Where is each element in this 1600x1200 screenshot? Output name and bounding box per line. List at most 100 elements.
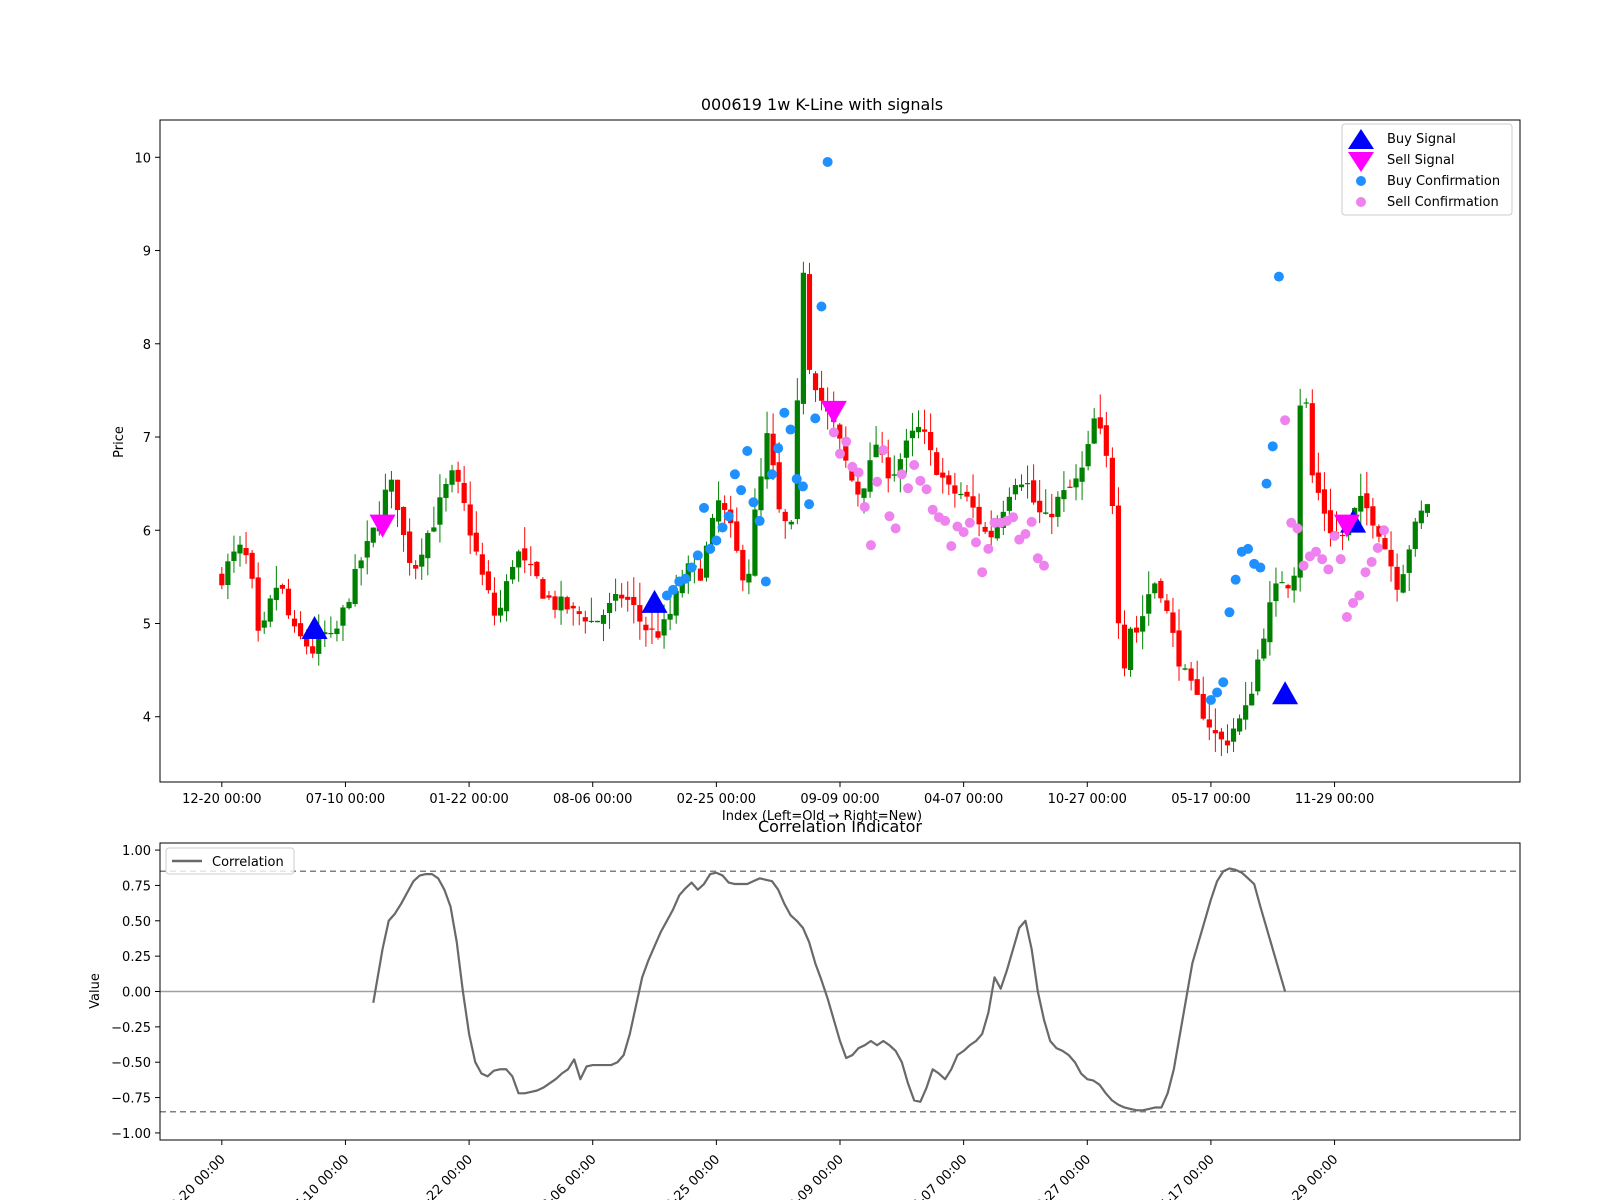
candle-body [291, 618, 298, 627]
candle-body [1206, 719, 1212, 728]
candle-body [946, 475, 952, 485]
candle-body [304, 637, 310, 647]
candle-body [613, 594, 619, 601]
buy-confirmation-point [705, 543, 716, 554]
buy-confirmation-point [711, 535, 722, 546]
candle-body [776, 462, 782, 510]
candle-body [655, 631, 661, 638]
candle-body [661, 619, 667, 636]
candle-body [855, 481, 861, 495]
candle-body [346, 601, 352, 609]
candle-body [1364, 493, 1370, 509]
candle-body [225, 561, 231, 586]
candle-body [425, 532, 431, 559]
kline-x-tick-label: 09-09 00:00 [800, 792, 879, 807]
sell-confirmation-point [1360, 567, 1371, 578]
candle-body [934, 452, 940, 475]
candle-body [352, 568, 358, 605]
candle-body [1370, 506, 1376, 526]
candle-body [1012, 485, 1019, 495]
correlation-y-tick-label: 0.00 [122, 986, 151, 1001]
kline-x-tick-label: 11-29 00:00 [1295, 792, 1374, 807]
candle-body [364, 541, 370, 558]
candle-body [588, 620, 594, 623]
candle-body [1255, 659, 1261, 692]
candle-body [1249, 693, 1255, 706]
correlation-title: Correlation Indicator [758, 817, 922, 836]
sell-confirmation-point [1323, 564, 1334, 575]
sell-confirmation-point [946, 541, 957, 552]
buy-confirmation-point [1212, 687, 1223, 698]
candle-body [564, 597, 570, 610]
candle-body [358, 560, 364, 569]
candle-body [1079, 467, 1085, 482]
candle-body [746, 573, 752, 583]
candle-body [1297, 405, 1303, 578]
candle-body [1200, 694, 1206, 719]
candle-body [1406, 549, 1412, 573]
kline-legend: Buy Signal Sell Signal Buy Confirmation … [1341, 123, 1513, 216]
buy-confirmation-point [723, 511, 734, 522]
buy-confirmation-point [816, 301, 827, 312]
kline-x-tick-label: 02-25 00:00 [677, 792, 756, 807]
candle-body [1097, 417, 1103, 429]
candle-body [1115, 505, 1122, 624]
candle-body [794, 400, 800, 520]
kline-y-tick-label: 9 [143, 245, 151, 260]
candle-body [1412, 521, 1418, 549]
candle-body [546, 595, 552, 598]
candle-body [552, 596, 558, 610]
candle-body [1382, 538, 1388, 550]
candle-body [310, 646, 316, 654]
candle-body [1285, 585, 1291, 589]
candle-body [400, 506, 407, 535]
candle-body [522, 548, 528, 561]
sell-confirmation-point [1329, 530, 1340, 541]
correlation-y-tick-label: −0.75 [111, 1092, 151, 1107]
candle-body [1049, 513, 1055, 518]
candle-body [285, 588, 292, 616]
candle-body [891, 474, 897, 476]
candle-body [1230, 728, 1237, 742]
sell-confirmation-point [1008, 512, 1019, 523]
candle-body [952, 485, 958, 494]
candle-body [243, 547, 249, 556]
candle-body [921, 429, 928, 432]
kline-y-axis-label: Price [112, 426, 127, 458]
correlation-y-tick-label: −0.50 [111, 1056, 151, 1071]
candle-body [413, 565, 419, 569]
candle-body [394, 479, 401, 511]
candle-body [1164, 600, 1170, 612]
sell-confirmation-point [884, 511, 895, 522]
candle-body [1006, 496, 1012, 511]
sell-confirmation-point [940, 515, 951, 526]
candle-body [455, 469, 461, 482]
buy-confirmation-point [804, 499, 815, 510]
correlation-y-tick-label: −0.25 [111, 1021, 151, 1036]
buy-confirmation-point [1261, 478, 1272, 489]
candle-body [1146, 594, 1152, 614]
candle-body [1394, 566, 1400, 590]
candle-body [267, 598, 273, 622]
buy-confirmation-point [1273, 271, 1284, 282]
candle-body [1067, 486, 1073, 488]
kline-title: 000619 1w K-Line with signals [701, 95, 943, 114]
candle-body [370, 527, 376, 543]
candle-body [1085, 444, 1091, 467]
candle-body [1134, 627, 1140, 633]
candle-body [279, 584, 285, 589]
candle-body [491, 592, 498, 616]
candle-body [1303, 402, 1309, 404]
sell-confirmation-point [835, 448, 845, 459]
candle-body [909, 430, 916, 439]
legend-buy-signal-label: Buy Signal [1387, 132, 1456, 147]
buy-confirmation-point [1218, 677, 1229, 688]
sell-confirmation-point [1335, 554, 1346, 565]
candle-body [1182, 668, 1188, 670]
candle-body [334, 628, 340, 635]
kline-y-tick-label: 6 [143, 524, 151, 539]
sell-confirmation-point [1292, 523, 1303, 534]
candle-body [1309, 403, 1315, 476]
candle-body [1358, 495, 1364, 512]
candle-body [976, 506, 982, 525]
